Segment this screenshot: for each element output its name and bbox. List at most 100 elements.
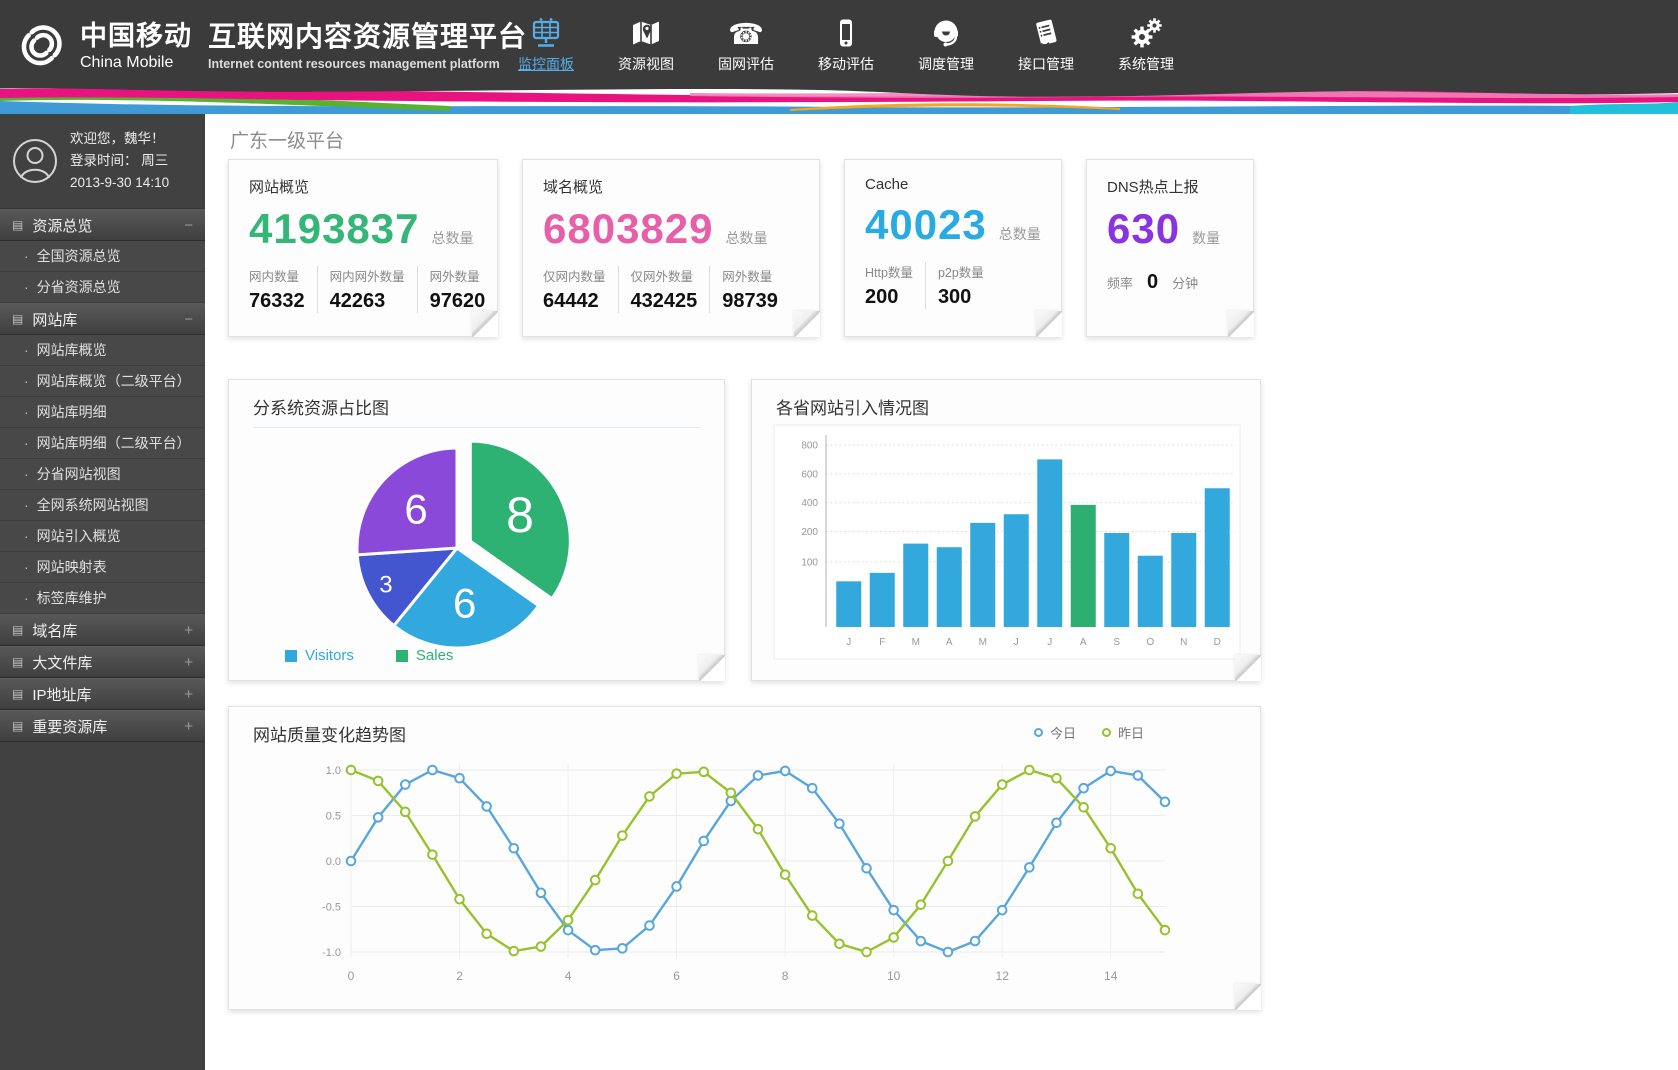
bullet-icon: · bbox=[24, 279, 29, 295]
data-point bbox=[510, 844, 519, 853]
data-point bbox=[1106, 844, 1115, 853]
line-chart: 1.00.50.0-0.5-1.002468101214 bbox=[229, 748, 1260, 1000]
sidebar-group-大文件库[interactable]: ▤大文件库+ bbox=[0, 646, 205, 678]
data-point bbox=[754, 771, 763, 780]
data-point bbox=[889, 933, 898, 942]
data-point bbox=[727, 788, 736, 797]
data-point bbox=[1161, 798, 1170, 807]
sidebar-item-网站库明细[interactable]: ·网站库明细 bbox=[0, 397, 205, 428]
pie-legend-Sales[interactable]: Sales bbox=[396, 647, 454, 664]
nav-item-label: 调度管理 bbox=[918, 54, 974, 74]
x-tick-label: 4 bbox=[565, 969, 572, 983]
nav-item-系统管理[interactable]: 系统管理 bbox=[1096, 0, 1196, 86]
sidebar-item-网站引入概览[interactable]: ·网站引入概览 bbox=[0, 521, 205, 552]
expand-icon[interactable]: + bbox=[184, 686, 193, 703]
expand-icon[interactable]: + bbox=[184, 622, 193, 639]
sidebar-group-网站库[interactable]: ▤网站库− bbox=[0, 303, 205, 335]
mobile-icon bbox=[829, 13, 863, 49]
user-info-block: 欢迎您，魏华！ 登录时间： 周三 2013-9-30 14:10 bbox=[0, 114, 205, 209]
nav-item-固网评估[interactable]: ☎ 固网评估 bbox=[696, 0, 796, 86]
sidebar-item-网站映射表[interactable]: · 网站映射表 bbox=[0, 552, 205, 583]
sidebar-group-域名库[interactable]: ▤域名库+ bbox=[0, 614, 205, 646]
substat-label: 网外数量 bbox=[722, 266, 778, 285]
sidebar-group-label: IP地址库 bbox=[32, 684, 91, 705]
data-point bbox=[1025, 863, 1034, 872]
nav-item-label: 固网评估 bbox=[718, 54, 774, 74]
sidebar-item-网站库概览[interactable]: ·网站库概览 bbox=[0, 335, 205, 366]
expand-icon[interactable]: + bbox=[184, 718, 193, 735]
data-point bbox=[564, 916, 573, 925]
y-tick-label: 100 bbox=[801, 557, 818, 568]
page-fold-decoration bbox=[1235, 984, 1261, 1010]
login-datetime: 2013-9-30 14:10 bbox=[70, 172, 169, 194]
y-tick-label: 800 bbox=[801, 441, 818, 452]
page-fold-decoration bbox=[1036, 311, 1062, 337]
substat-仅网外数量: 仅网外数量432425 bbox=[631, 266, 711, 313]
sidebar-item-网站库概览（二级平台）[interactable]: ·网站库概览（二级平台） bbox=[0, 366, 205, 397]
stat-big-label: 总数量 bbox=[432, 228, 474, 248]
bullet-icon: · bbox=[24, 559, 29, 575]
nav-item-资源视图[interactable]: 资源视图 bbox=[596, 0, 696, 86]
x-tick-label: 6 bbox=[673, 969, 680, 983]
stat-big-row: 40023总数量 bbox=[845, 193, 1061, 249]
notebook-icon bbox=[1029, 13, 1063, 49]
document-icon: ▤ bbox=[12, 687, 23, 701]
sidebar-item-全网系统网站视图[interactable]: ·全网系统网站视图 bbox=[0, 490, 205, 521]
sidebar-item-分省网站视图[interactable]: ·分省网站视图 bbox=[0, 459, 205, 490]
data-point bbox=[1106, 767, 1115, 776]
top-navigation: 监控面板资源视图 ☎ 固网评估 移动评估调度管理 接口管理系统管理 bbox=[496, 0, 1196, 86]
stat-card-title: Cache bbox=[845, 160, 1061, 193]
sidebar-item-label: 网站映射表 bbox=[37, 557, 107, 577]
data-point bbox=[537, 889, 546, 898]
sidebar-item-标签库维护[interactable]: ·标签库维护 bbox=[0, 583, 205, 614]
substat-label: 仅网外数量 bbox=[631, 266, 698, 285]
page-fold-decoration bbox=[472, 311, 498, 337]
main-content: 广东一级平台 网站概览4193837总数量网内数量76332网内网外数量4226… bbox=[205, 114, 1678, 1070]
substat-仅网内数量: 仅网内数量 64442 bbox=[543, 266, 619, 313]
map-icon bbox=[629, 13, 663, 49]
substat-label: 网内数量 bbox=[249, 266, 305, 285]
sidebar-group-重要资源库[interactable]: ▤重要资源库+ bbox=[0, 710, 205, 742]
phone-icon: ☎ bbox=[728, 13, 764, 49]
data-point bbox=[917, 900, 926, 909]
data-point bbox=[944, 948, 953, 957]
collapse-icon[interactable]: − bbox=[184, 311, 193, 328]
line-legend-今日[interactable]: 今日 bbox=[1034, 723, 1076, 742]
data-point bbox=[781, 870, 790, 879]
pie-legend-Visitors[interactable]: Visitors bbox=[285, 647, 354, 664]
nav-item-监控面板[interactable]: 监控面板 bbox=[496, 0, 596, 86]
sidebar-group-资源总览[interactable]: ▤资源总览− bbox=[0, 209, 205, 241]
inline-prefix: 频率 bbox=[1107, 273, 1133, 292]
collapse-icon[interactable]: − bbox=[184, 217, 193, 234]
data-point bbox=[537, 942, 546, 951]
data-point bbox=[401, 808, 410, 817]
substat-value: 97620 bbox=[430, 290, 486, 313]
legend-swatch bbox=[396, 650, 408, 662]
legend-marker bbox=[1102, 728, 1111, 737]
stat-card-域名概览: 域名概览6803829总数量仅网内数量64442仅网外数量432425网外数量9… bbox=[522, 159, 820, 337]
sidebar-group-label: 重要资源库 bbox=[32, 716, 107, 737]
substat-value: 64442 bbox=[543, 290, 606, 313]
bar-A bbox=[1071, 505, 1096, 627]
page-fold-decoration bbox=[1235, 655, 1261, 681]
data-point bbox=[1134, 889, 1143, 898]
sidebar-item-label: 全国资源总览 bbox=[37, 246, 121, 266]
data-point bbox=[510, 947, 519, 956]
substat-label: 仅网内数量 bbox=[543, 266, 606, 285]
sidebar-item-分省资源总览[interactable]: · 分省资源总览 bbox=[0, 272, 205, 303]
sidebar-item-label: 分省资源总览 bbox=[37, 277, 121, 297]
bar-J bbox=[1037, 459, 1062, 627]
sidebar-item-网站库明细（二级平台）[interactable]: ·网站库明细（二级平台） bbox=[0, 428, 205, 459]
nav-item-移动评估[interactable]: 移动评估 bbox=[796, 0, 896, 86]
avatar-icon bbox=[12, 138, 58, 184]
document-icon: ▤ bbox=[12, 312, 23, 326]
sidebar-group-IP地址库[interactable]: ▤ IP地址库 + bbox=[0, 678, 205, 710]
x-tick-label: 10 bbox=[887, 969, 901, 983]
data-point bbox=[889, 906, 898, 915]
line-legend-昨日[interactable]: 昨日 bbox=[1102, 723, 1144, 742]
sidebar-item-全国资源总览[interactable]: ·全国资源总览 bbox=[0, 241, 205, 272]
nav-item-接口管理[interactable]: 接口管理 bbox=[996, 0, 1096, 86]
bullet-icon: · bbox=[24, 528, 29, 544]
expand-icon[interactable]: + bbox=[184, 654, 193, 671]
nav-item-调度管理[interactable]: 调度管理 bbox=[896, 0, 996, 86]
